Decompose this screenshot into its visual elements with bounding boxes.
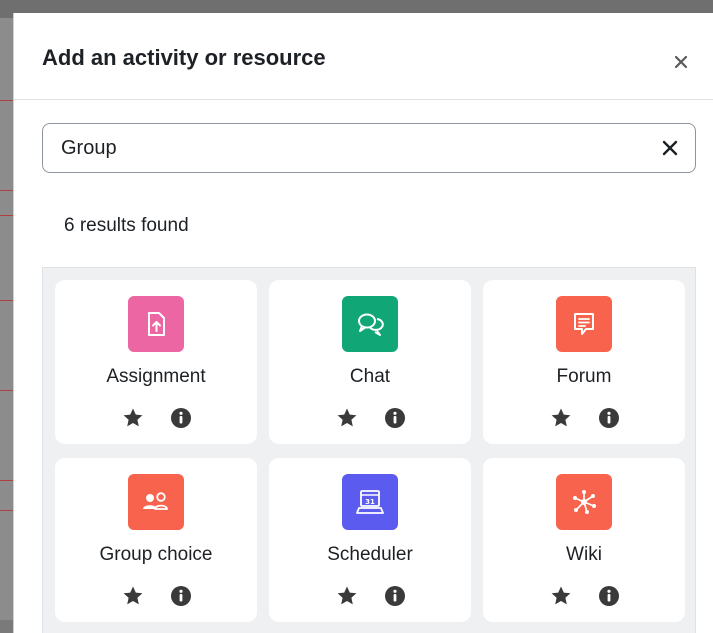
info-icon (385, 408, 405, 428)
star-button[interactable] (121, 584, 145, 608)
activity-card-chat[interactable]: Chat (269, 280, 471, 444)
activity-label: Wiki (566, 544, 602, 565)
info-button[interactable] (597, 584, 621, 608)
modal-title: Add an activity or resource (42, 45, 326, 70)
star-icon (551, 586, 571, 605)
forum-icon (556, 296, 612, 352)
backdrop-divider (0, 215, 14, 216)
activity-label: Chat (349, 366, 391, 387)
star-button[interactable] (121, 406, 145, 430)
svg-text:31: 31 (365, 498, 375, 506)
star-icon (337, 408, 357, 427)
backdrop-divider (0, 480, 14, 481)
search-box (42, 123, 696, 173)
info-icon (599, 586, 619, 606)
star-icon (337, 586, 357, 605)
results-count: 6 results found (64, 215, 189, 236)
info-icon (385, 586, 405, 606)
info-button[interactable] (597, 406, 621, 430)
info-button[interactable] (383, 406, 407, 430)
activity-card-scheduler[interactable]: 31 Scheduler (269, 458, 471, 622)
backdrop-divider (0, 100, 14, 101)
activity-label: Group choice (99, 544, 213, 565)
info-button[interactable] (169, 584, 193, 608)
scheduler-icon: 31 (342, 474, 398, 530)
close-button[interactable] (670, 51, 692, 73)
star-icon (551, 408, 571, 427)
activity-label: Scheduler (327, 544, 413, 565)
activity-card-forum[interactable]: Forum (483, 280, 685, 444)
backdrop-divider (0, 300, 14, 301)
activity-label: Assignment (106, 366, 206, 387)
search-input[interactable] (43, 124, 661, 172)
star-button[interactable] (335, 584, 359, 608)
activity-grid: Assignment Chat Forum Group choice 31 Sc… (42, 267, 696, 633)
activity-card-assignment[interactable]: Assignment (55, 280, 257, 444)
star-button[interactable] (549, 584, 573, 608)
activity-card-wiki[interactable]: Wiki (483, 458, 685, 622)
info-button[interactable] (383, 584, 407, 608)
activity-label: Forum (556, 366, 612, 387)
activity-card-group-choice[interactable]: Group choice (55, 458, 257, 622)
info-icon (171, 586, 191, 606)
info-button[interactable] (169, 406, 193, 430)
backdrop-divider (0, 190, 14, 191)
chat-icon (342, 296, 398, 352)
wiki-icon (556, 474, 612, 530)
star-button[interactable] (549, 406, 573, 430)
info-icon (599, 408, 619, 428)
backdrop-divider (0, 510, 14, 511)
info-icon (171, 408, 191, 428)
close-icon (674, 55, 688, 69)
backdrop-divider (0, 390, 14, 391)
star-button[interactable] (335, 406, 359, 430)
star-icon (123, 586, 143, 605)
activity-chooser-modal: Add an activity or resource 6 results fo… (13, 13, 713, 633)
assignment-icon (128, 296, 184, 352)
clear-search-button[interactable] (659, 137, 681, 159)
star-icon (123, 408, 143, 427)
group-choice-icon (128, 474, 184, 530)
modal-header: Add an activity or resource (14, 13, 713, 100)
clear-icon (662, 140, 678, 156)
